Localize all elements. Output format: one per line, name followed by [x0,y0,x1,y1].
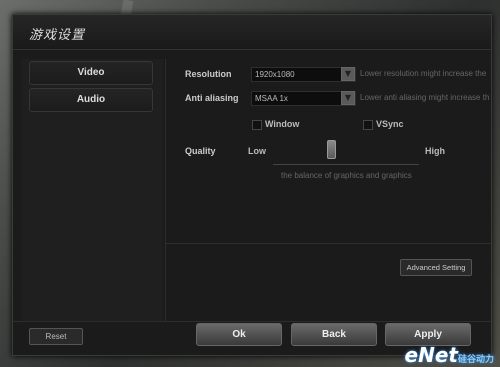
quality-slider-track[interactable] [273,164,419,165]
sidebar-item-video[interactable]: Video [29,61,153,85]
advanced-setting-button[interactable]: Advanced Setting [400,259,472,276]
vsync-label: VSync [376,119,404,129]
ok-button[interactable]: Ok [196,323,282,346]
settings-dialog: 游戏设置 Video Audio Resolution 1920x1080 ▼ … [12,14,492,356]
resolution-dropdown-icon[interactable]: ▼ [341,67,355,81]
panel-divider [165,59,166,321]
anti-aliasing-dropdown-icon[interactable]: ▼ [341,91,355,105]
window-label: Window [265,119,300,129]
reset-button[interactable]: Reset [29,328,83,345]
quality-low-label: Low [248,146,266,156]
quality-label: Quality [185,146,216,156]
resolution-label: Resolution [185,69,232,79]
back-button[interactable]: Back [291,323,377,346]
quality-high-label: High [425,146,445,156]
quality-slider-thumb[interactable] [327,140,337,159]
sidebar-item-audio[interactable]: Audio [29,88,153,112]
footer-divider [13,321,491,322]
resolution-hint: Lower resolution might increase the [360,69,487,78]
quality-hint: the balance of graphics and graphics [281,171,412,180]
enet-watermark-logo: eNet硅谷动力 [404,343,494,367]
vsync-checkbox[interactable] [363,120,373,130]
anti-aliasing-label: Anti aliasing [185,93,239,103]
title-bar: 游戏设置 [13,15,491,50]
window-checkbox[interactable] [252,120,262,130]
category-sidebar: Video Audio [21,59,163,321]
anti-aliasing-hint: Lower anti aliasing might increase th [360,93,490,102]
dialog-title: 游戏设置 [29,28,86,43]
section-divider [166,243,491,244]
